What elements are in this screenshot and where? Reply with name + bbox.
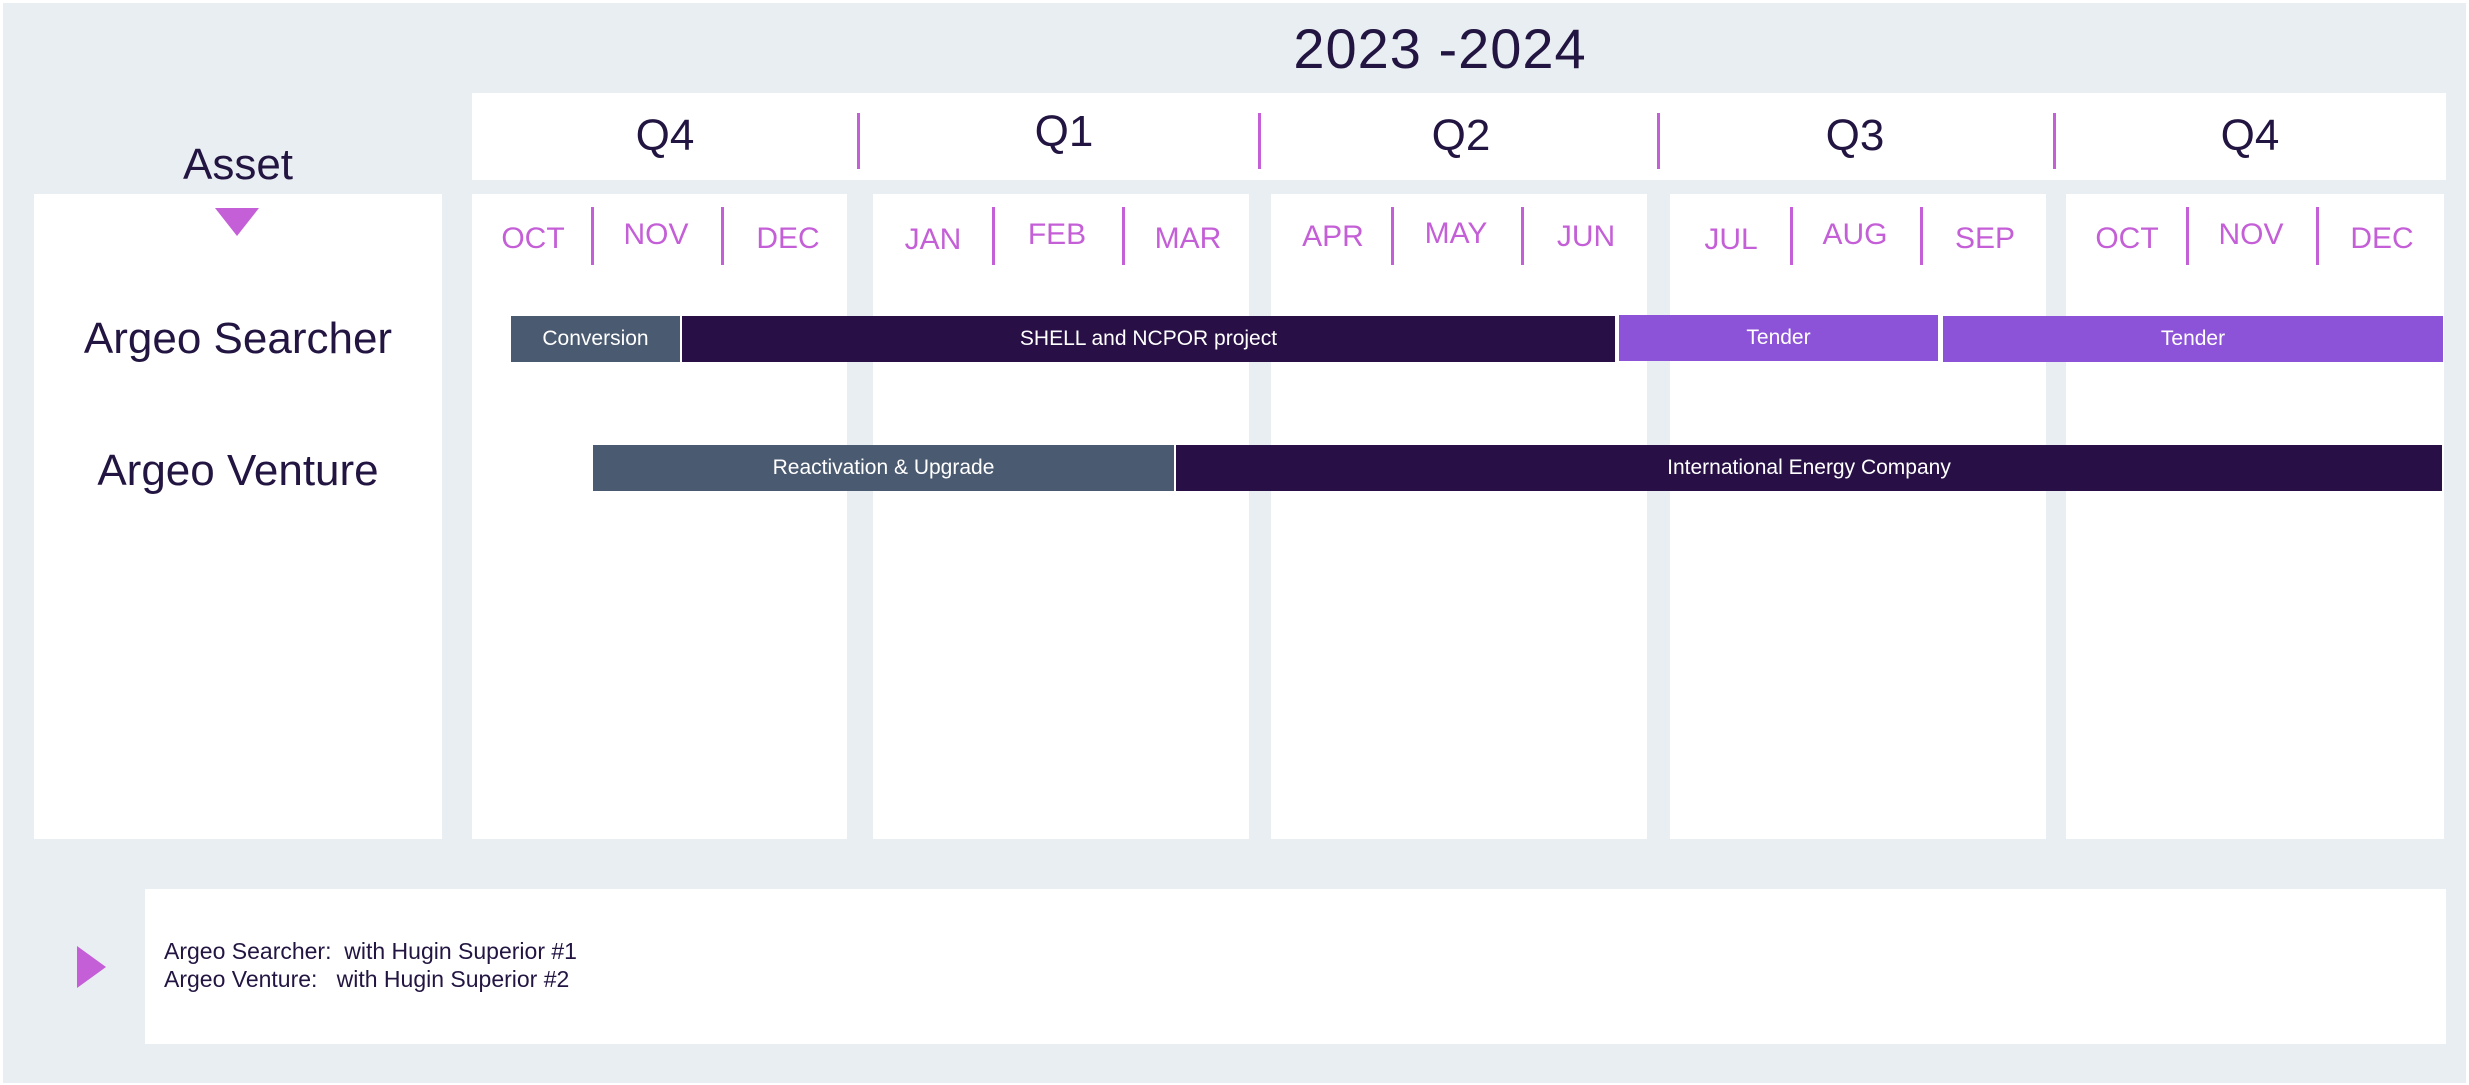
quarter-label: Q2: [1431, 111, 1491, 160]
month-label: NOV: [623, 218, 689, 251]
quarter-header: Q4 Q1 Q2 Q3 Q4: [472, 93, 2446, 180]
asset-column-heading: Asset: [182, 140, 294, 189]
month-label: OCT: [2095, 222, 2159, 255]
month-label: JUL: [1704, 223, 1758, 256]
quarter-column-panel: [2066, 194, 2444, 839]
month-divider: [2316, 207, 2319, 265]
gantt-bar-tender: Tender: [1943, 316, 2443, 362]
quarter-divider: [857, 113, 860, 169]
note-line: Argeo Searcher: with Hugin Superior #1: [164, 938, 577, 965]
note-line: Argeo Venture: with Hugin Superior #2: [164, 966, 569, 993]
month-label: JUN: [1556, 220, 1616, 253]
month-label: SEP: [1954, 222, 2016, 255]
quarter-divider: [1657, 113, 1660, 169]
note-detail: with Hugin Superior #1: [344, 938, 577, 964]
quarter-divider: [1258, 113, 1261, 169]
quarter-label: Q4: [2220, 111, 2280, 160]
gantt-bar-reactivation-upgrade: Reactivation & Upgrade: [593, 445, 1174, 491]
right-triangle-icon: [77, 946, 106, 988]
month-label: APR: [1302, 220, 1364, 253]
month-divider: [2186, 207, 2189, 265]
note-asset: Argeo Venture:: [164, 966, 318, 992]
quarter-column-panel: [873, 194, 1249, 839]
gantt-bar-international-energy-company: International Energy Company: [1176, 445, 2442, 491]
month-label: DEC: [756, 222, 820, 255]
gantt-bar-tender: Tender: [1619, 315, 1938, 361]
month-divider: [591, 207, 594, 265]
gantt-bar-shell-ncpor-project: SHELL and NCPOR project: [682, 316, 1615, 362]
quarter-label: Q1: [1034, 107, 1094, 156]
note-detail: with Hugin Superior #2: [336, 966, 570, 992]
quarter-column-panel: [1670, 194, 2046, 839]
month-label: JAN: [904, 223, 962, 256]
month-divider: [992, 207, 995, 265]
month-divider: [1790, 207, 1793, 265]
month-label: FEB: [1027, 218, 1087, 251]
month-divider: [721, 207, 724, 265]
quarter-column-panel: [1271, 194, 1647, 839]
month-divider: [1920, 207, 1923, 265]
month-label: OCT: [501, 222, 565, 255]
month-label: DEC: [2350, 222, 2414, 255]
quarter-column-panel: [472, 194, 847, 839]
note-asset: Argeo Searcher:: [164, 938, 332, 964]
quarter-divider: [2053, 113, 2056, 169]
down-triangle-icon: [215, 208, 259, 236]
month-label: NOV: [2218, 218, 2284, 251]
month-divider: [1521, 207, 1524, 265]
quarter-label: Q4: [635, 111, 695, 160]
month-divider: [1122, 207, 1125, 265]
timeline-title: 2023 -2024: [1293, 17, 1587, 80]
asset-name-argeo-venture: Argeo Venture: [97, 446, 379, 495]
quarter-label: Q3: [1825, 111, 1885, 160]
asset-column-panel: [34, 194, 442, 839]
gantt-bar-conversion: Conversion: [511, 316, 680, 362]
month-label: MAY: [1424, 217, 1488, 250]
asset-name-argeo-searcher: Argeo Searcher: [83, 314, 393, 363]
month-label: AUG: [1822, 218, 1888, 251]
month-divider: [1391, 207, 1394, 265]
month-label: MAR: [1154, 222, 1222, 255]
